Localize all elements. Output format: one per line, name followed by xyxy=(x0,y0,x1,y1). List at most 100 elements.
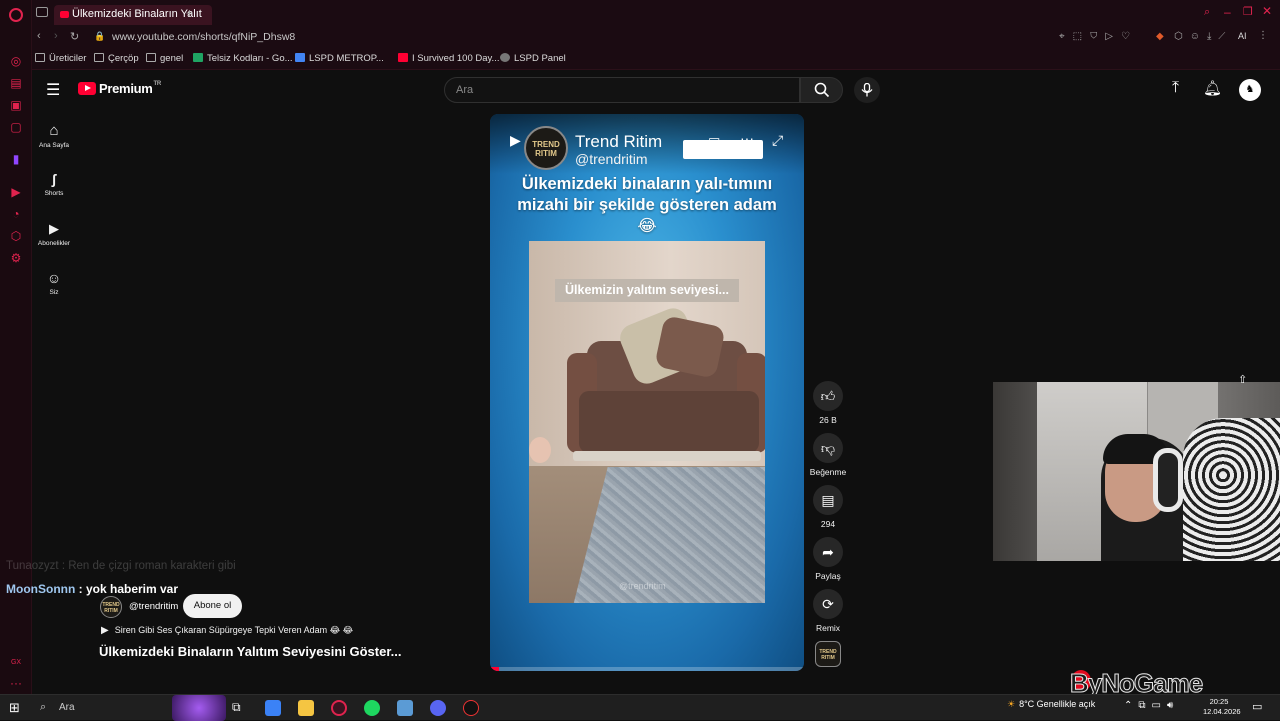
nav-item-you[interactable]: ☺ Siz xyxy=(32,270,76,296)
tab-title: Ülkemizdeki Binaların Yalıt xyxy=(72,8,202,20)
notifications-icon[interactable]: ▭ xyxy=(1252,700,1262,713)
taskbar-search[interactable]: ⌕ Ara xyxy=(32,698,172,718)
video-frame: Ülkemizin yalıtım seviyesi... @trendriti… xyxy=(529,241,765,603)
gx-icon[interactable]: GX xyxy=(9,656,23,670)
bookmark-folder[interactable]: Çerçöp xyxy=(94,53,139,64)
widget-thumbnail[interactable] xyxy=(172,695,226,721)
bookmark-folder[interactable]: genel xyxy=(146,53,183,64)
bag-icon[interactable]: ▤ xyxy=(9,76,23,90)
aria-icon[interactable]: ◎ xyxy=(9,54,23,68)
voice-search-button[interactable] xyxy=(854,77,880,103)
webcam-overlay xyxy=(993,382,1280,561)
video-progress-bar[interactable] xyxy=(490,667,804,671)
channel-avatar[interactable]: TREND RITIM xyxy=(100,596,122,618)
task-view-icon[interactable]: ⧉ xyxy=(232,700,248,716)
comments-button[interactable]: ▤ 294 xyxy=(812,485,844,529)
opera-gx-icon[interactable] xyxy=(331,700,347,716)
reload-icon[interactable]: ↻ xyxy=(70,30,79,43)
nav-item-home[interactable]: ⌂ Ana Sayfa xyxy=(32,122,76,149)
url-field[interactable]: www.youtube.com/shorts/qfNiP_Dhsw8 xyxy=(112,31,295,43)
settings-icon[interactable]: ⚙ xyxy=(9,251,23,265)
back-icon[interactable]: ‹ xyxy=(37,30,41,42)
account-avatar[interactable]: ♞ xyxy=(1239,79,1261,101)
windows-start-icon[interactable]: ⊞ xyxy=(9,700,20,716)
short-title[interactable]: Ülkemizdeki Binaların Yalıtım Seviyesini… xyxy=(99,644,402,659)
sound-channel-avatar[interactable]: TREND RITIM xyxy=(815,641,841,667)
folder-icon xyxy=(94,53,104,62)
player-icon[interactable]: ▶ xyxy=(9,185,23,199)
chat-message-faded: Tunaozyzt : Ren de çizgi roman karakteri… xyxy=(6,560,236,572)
bookmark-sheets[interactable]: Telsiz Kodları - Go... xyxy=(193,53,293,64)
maximize-icon[interactable]: ❐ xyxy=(1243,5,1253,18)
folder-icon xyxy=(146,53,156,62)
hamburger-menu-icon[interactable]: ☰ xyxy=(46,80,60,100)
bookmark-youtube[interactable]: I Survived 100 Day... xyxy=(398,53,499,64)
search-button[interactable] xyxy=(800,77,843,103)
nav-label: Abonelikler xyxy=(37,240,71,247)
shorts-video-player[interactable]: ▶ 🔊︎ TREND RITIM Trend Ritim @trendritim… xyxy=(490,114,804,671)
discord-icon[interactable] xyxy=(430,700,446,716)
nav-item-shorts[interactable]: ʃ Shorts xyxy=(32,171,76,197)
menu-icon[interactable]: ⋮ xyxy=(1258,30,1268,41)
clock[interactable]: 20:25 12.04.2026 xyxy=(1203,697,1241,717)
tab-manager-icon[interactable] xyxy=(36,7,48,17)
extensions-row-icons[interactable]: ⬡☺⤓⟋ xyxy=(1174,31,1232,42)
minimize-icon[interactable]: – xyxy=(1224,5,1231,19)
bookmark-folder[interactable]: Üreticiler xyxy=(35,53,86,64)
instagram-icon[interactable]: ▢ xyxy=(9,120,23,134)
like-button[interactable]: 👍︎ 26 B xyxy=(812,381,844,425)
close-icon[interactable]: ✕ xyxy=(1262,4,1272,18)
store-icon[interactable] xyxy=(265,700,281,716)
search-tabs-icon[interactable]: ⌕ xyxy=(1204,6,1210,19)
chat-username: MoonSonnn xyxy=(6,582,76,596)
video-channel-avatar[interactable]: TREND RITIM xyxy=(524,126,568,170)
tab-bar: Ülkemizdeki Binaların Yalıt + ⌕ – ❐ ✕ xyxy=(32,0,1280,28)
spotify-icon[interactable] xyxy=(364,700,380,716)
history-icon[interactable]: ◔ xyxy=(9,207,23,221)
file-explorer-icon[interactable] xyxy=(298,700,314,716)
more-icon[interactable]: ··· xyxy=(9,676,23,690)
messenger-icon[interactable]: ▣ xyxy=(9,98,23,112)
notifications-bell-icon[interactable]: 🔔︎ xyxy=(1203,79,1222,97)
scene-armchair-seat xyxy=(579,391,759,453)
play-icon[interactable]: ▶ xyxy=(510,132,521,149)
previous-short-icon[interactable]: ⇧ xyxy=(1238,373,1252,386)
ai-button[interactable]: AI xyxy=(1238,31,1247,41)
popup-blank xyxy=(683,140,763,159)
app-icon[interactable] xyxy=(463,700,479,716)
weather-icon: ☀ xyxy=(1007,699,1016,709)
video-overlay-text: Ülkemizin yalıtım seviyesi... xyxy=(555,279,739,302)
bookmark-docs[interactable]: LSPD METROP... xyxy=(295,53,384,64)
search-icon: ⌕ xyxy=(40,701,47,713)
extensions-icon[interactable]: ⬡ xyxy=(9,229,23,243)
channel-handle[interactable]: @trendritim xyxy=(129,601,178,612)
folder-icon xyxy=(35,53,45,62)
search-input[interactable]: Ara xyxy=(444,77,800,103)
remix-button[interactable]: ⟳ Remix xyxy=(812,589,844,633)
thumbs-up-icon: 👍︎ xyxy=(813,381,843,411)
extension-fox-icon[interactable]: ◆ xyxy=(1156,31,1164,42)
video-caption: Ülkemizdeki binaların yalı-tımını mizahi… xyxy=(517,175,777,235)
new-tab-icon[interactable]: + xyxy=(186,6,193,20)
twitch-icon[interactable]: ▮ xyxy=(9,152,23,166)
nav-label: Shorts xyxy=(44,190,64,197)
weather-widget[interactable]: ☀ 8°C Genellikle açık xyxy=(1007,699,1095,710)
upload-icon[interactable]: ⤒ xyxy=(1172,79,1179,97)
dislike-button[interactable]: 👎︎ Beğenme xyxy=(810,433,846,477)
youtube-logo[interactable]: PremiumTR xyxy=(78,81,161,96)
related-short-link[interactable]: ▶ Siren Gibi Ses Çıkaran Süpürgeye Tepki … xyxy=(101,625,353,636)
system-tray-icons[interactable]: ⌃⧉▭🔊︎ xyxy=(1124,700,1179,711)
forward-icon[interactable]: › xyxy=(54,30,58,42)
bookmarks-bar: Üreticiler Çerçöp genel Telsiz Kodları -… xyxy=(32,48,1280,70)
you-icon: ☺ xyxy=(46,270,62,286)
opera-logo-icon[interactable] xyxy=(9,8,23,22)
toolbar-icons[interactable]: ⌖⬚⛉▷♡ xyxy=(1059,31,1138,42)
nav-label: Ana Sayfa xyxy=(39,142,69,149)
share-icon: ➦ xyxy=(813,537,843,567)
nav-item-subscriptions[interactable]: ▶︎ Abonelikler xyxy=(32,221,76,247)
fullscreen-icon[interactable]: ⤢ xyxy=(772,132,783,149)
app-icon[interactable] xyxy=(397,700,413,716)
subscribe-button[interactable]: Abone ol xyxy=(183,594,242,618)
bookmark-lspd-panel[interactable]: LSPD Panel xyxy=(500,53,566,64)
share-button[interactable]: ➦ Paylaş xyxy=(812,537,844,581)
